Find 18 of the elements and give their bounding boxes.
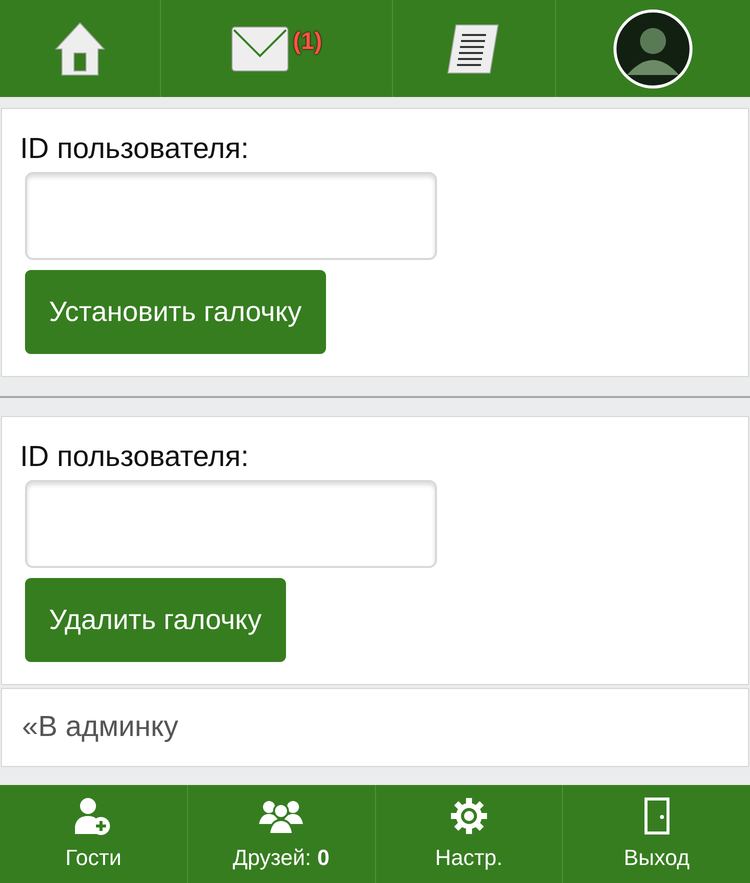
home-icon[interactable]: [54, 20, 106, 76]
gear-icon[interactable]: [450, 797, 488, 835]
submit-button[interactable]: Удалить галочку: [25, 578, 286, 662]
people-icon[interactable]: [259, 798, 304, 834]
input-field[interactable]: [25, 172, 437, 260]
door-icon[interactable]: [642, 797, 672, 835]
back-link[interactable]: «В админку: [22, 711, 178, 744]
avatar-icon[interactable]: [613, 8, 693, 88]
field-label: ID пользователя:: [20, 133, 249, 166]
field-label: ID пользователя:: [20, 441, 249, 474]
input-field[interactable]: [25, 480, 437, 568]
nav-label[interactable]: Настр.: [435, 845, 503, 871]
unread-count: (1): [292, 28, 322, 56]
submit-button[interactable]: Установить галочку: [25, 270, 326, 354]
nav-label[interactable]: Выход: [624, 845, 690, 871]
envelope-icon[interactable]: [230, 26, 289, 72]
nav-label[interactable]: Друзей: 0: [232, 845, 330, 871]
nav-label[interactable]: Гости: [65, 845, 122, 871]
